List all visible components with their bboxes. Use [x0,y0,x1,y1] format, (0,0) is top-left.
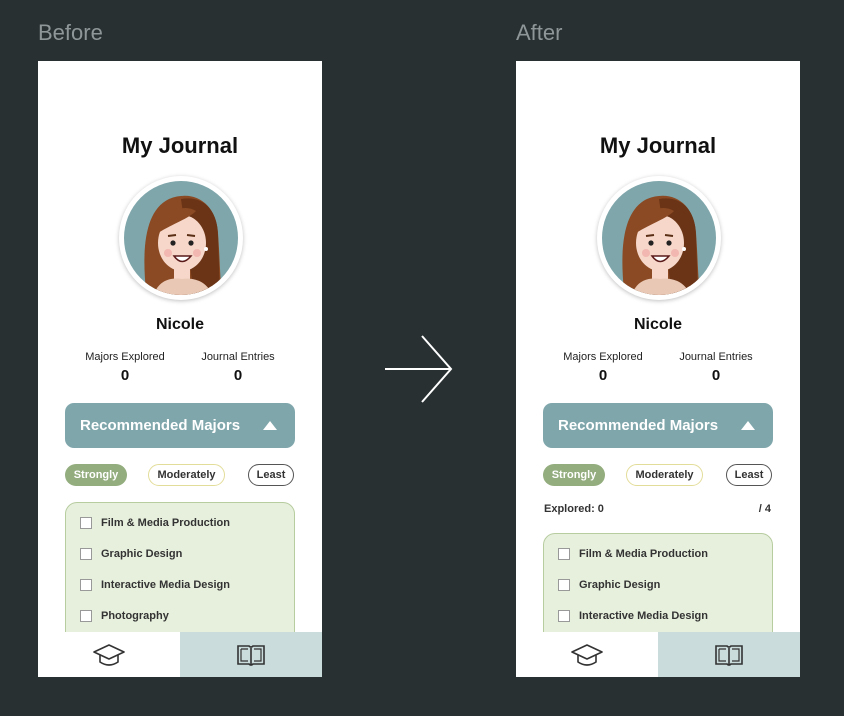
list-item[interactable]: Graphic Design [558,579,660,591]
graduation-cap-icon [93,643,125,666]
caret-up-icon [263,421,277,430]
avatar-image [124,181,238,295]
list-item[interactable]: Interactive Media Design [80,579,230,591]
checkbox[interactable] [80,610,92,622]
major-label: Graphic Design [101,548,183,560]
page-title: My Journal [121,133,239,158]
stat-value-majors-explored: 0 [120,367,130,384]
page-title: My Journal [599,133,717,158]
filter-moderately[interactable]: Moderately [626,464,703,486]
checkbox[interactable] [558,579,570,591]
stat-value-majors-explored: 0 [598,367,608,384]
before-phone-screen: My Journal Nicole Majors Explored 0 Jour… [38,61,322,677]
major-label: Film & Media Production [579,548,708,560]
filter-strongly[interactable]: Strongly [65,464,127,486]
stat-label-journal-entries: Journal Entries [201,351,275,363]
bottom-nav [38,632,322,677]
list-item[interactable]: Interactive Media Design [558,610,708,622]
book-icon [237,644,265,666]
filter-least[interactable]: Least [726,464,772,486]
stat-label-majors-explored: Majors Explored [563,351,643,363]
stat-value-journal-entries: 0 [711,367,721,384]
nav-tab-majors[interactable] [516,632,658,677]
after-label: After [516,20,563,45]
filter-strongly[interactable]: Strongly [543,464,605,486]
checkbox[interactable] [80,579,92,591]
major-label: Interactive Media Design [101,579,230,591]
recommended-majors-label: Recommended Majors [80,417,241,434]
avatar-image [602,181,716,295]
checkbox[interactable] [558,610,570,622]
recommended-majors-button[interactable]: Recommended Majors [543,403,773,448]
filter-moderately[interactable]: Moderately [148,464,225,486]
recommended-majors-label: Recommended Majors [558,417,719,434]
stat-label-majors-explored: Majors Explored [85,351,165,363]
major-label: Photography [101,610,169,622]
explored-count: Explored: 0 [544,503,604,515]
filter-least[interactable]: Least [248,464,294,486]
checkbox[interactable] [80,517,92,529]
avatar [119,176,243,300]
nav-tab-journal[interactable] [180,632,322,677]
graduation-cap-icon [571,643,603,666]
major-label: Film & Media Production [101,517,230,529]
list-item[interactable]: Photography [80,610,169,622]
book-icon [715,644,743,666]
avatar [597,176,721,300]
arrow-right-icon [385,335,453,403]
list-item[interactable]: Graphic Design [80,548,182,560]
major-label: Graphic Design [579,579,661,591]
checkbox[interactable] [558,548,570,560]
caret-up-icon [741,421,755,430]
nav-tab-journal[interactable] [658,632,800,677]
list-item[interactable]: Film & Media Production [558,548,708,560]
user-name: Nicole [633,316,682,333]
list-item[interactable]: Film & Media Production [80,517,230,529]
before-label: Before [38,20,103,45]
stat-value-journal-entries: 0 [233,367,243,384]
bottom-nav [516,632,800,677]
stat-label-journal-entries: Journal Entries [679,351,753,363]
after-phone-screen: My Journal Nicole Majors Explored 0 Jour… [516,61,800,677]
recommended-majors-button[interactable]: Recommended Majors [65,403,295,448]
nav-tab-majors[interactable] [38,632,180,677]
major-label: Interactive Media Design [579,610,708,622]
user-name: Nicole [155,316,204,333]
explored-total: / 4 [758,503,771,515]
checkbox[interactable] [80,548,92,560]
